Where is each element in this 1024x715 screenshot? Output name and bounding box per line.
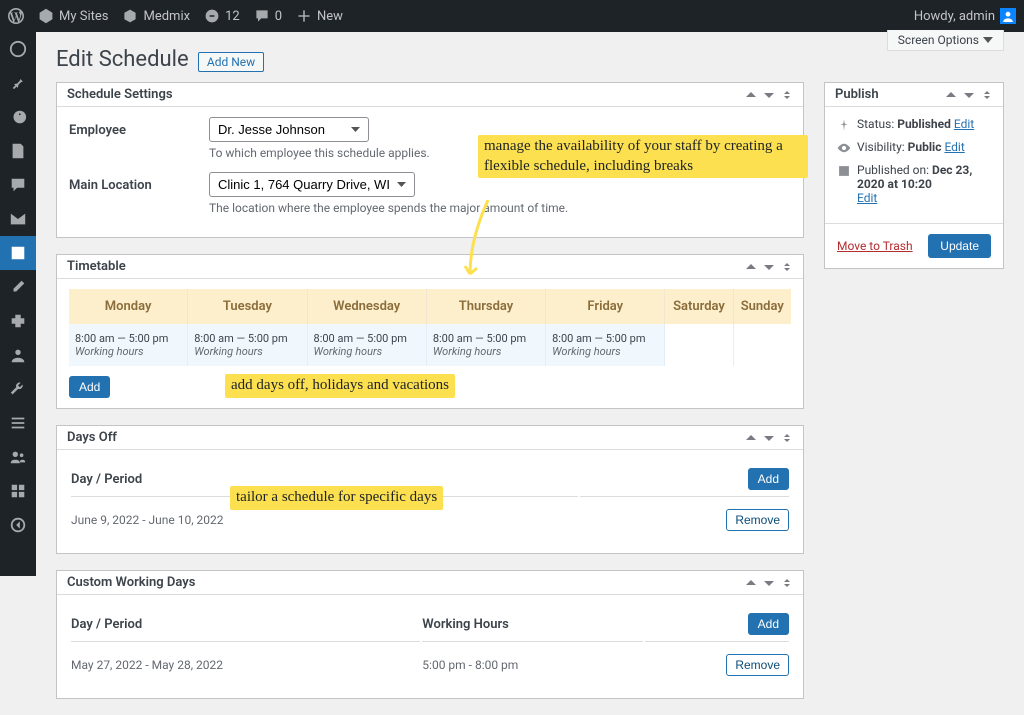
chevron-up-icon[interactable]	[745, 89, 757, 101]
edit-visibility-link[interactable]: Edit	[944, 140, 964, 154]
avatar	[1000, 8, 1016, 24]
day-cell[interactable]	[733, 324, 791, 366]
chevron-down-icon[interactable]	[963, 89, 975, 101]
page-title: Edit Schedule	[56, 47, 189, 72]
wordpress-logo-icon[interactable]	[8, 8, 24, 24]
rail-user-icon[interactable]	[0, 338, 36, 372]
custom-remove-button[interactable]: Remove	[726, 654, 789, 676]
chevron-up-icon[interactable]	[945, 89, 957, 101]
schedule-settings-heading: Schedule Settings	[67, 87, 173, 102]
day-cell[interactable]: 8:00 am — 5:00 pmWorking hours	[546, 324, 665, 366]
day-header: Friday	[546, 289, 665, 324]
location-hint: The location where the employee spends t…	[209, 201, 791, 215]
days-off-box: Days Off Day / Period Add Jun	[56, 425, 804, 554]
admin-sidebar	[0, 32, 36, 576]
chevron-down-icon[interactable]	[763, 577, 775, 589]
site-link[interactable]: Medmix	[122, 8, 190, 24]
edit-date-link[interactable]: Edit	[857, 191, 877, 205]
chevron-up-icon[interactable]	[745, 432, 757, 444]
rail-grid-icon[interactable]	[0, 474, 36, 508]
chevron-up-down-icon[interactable]	[981, 89, 993, 101]
screen-options-button[interactable]: Screen Options	[887, 30, 1004, 51]
chevron-down-icon[interactable]	[763, 432, 775, 444]
publish-date-text: Published on: Dec 23, 2020 at 10:20Edit	[857, 163, 991, 205]
chevron-up-down-icon[interactable]	[781, 577, 793, 589]
day-cell[interactable]: 8:00 am — 5:00 pmWorking hours	[188, 324, 307, 366]
calendar-icon	[837, 164, 851, 178]
day-header: Thursday	[426, 289, 545, 324]
days-off-heading: Days Off	[67, 430, 117, 445]
status-text: Status: Published Edit	[857, 117, 974, 131]
visibility-text: Visibility: Public Edit	[857, 140, 965, 154]
chevron-up-icon[interactable]	[745, 261, 757, 273]
rail-collapse-icon[interactable]	[0, 508, 36, 542]
chevron-up-down-icon[interactable]	[781, 89, 793, 101]
timetable-heading: Timetable	[67, 259, 126, 274]
admin-bar: My Sites Medmix 12 0 New Howdy, admin	[0, 0, 1024, 32]
day-cell[interactable]: 8:00 am — 5:00 pmWorking hours	[69, 324, 188, 366]
chevron-up-down-icon[interactable]	[781, 261, 793, 273]
comments-link[interactable]: 0	[254, 8, 282, 24]
rail-dashboard-icon[interactable]	[0, 32, 36, 66]
rail-calendar-icon[interactable]	[0, 236, 36, 270]
chevron-down-icon[interactable]	[763, 89, 775, 101]
custom-working-days-box: Custom Working Days Day / Period Working…	[56, 570, 804, 699]
timetable-table: Monday Tuesday Wednesday Thursday Friday…	[69, 289, 791, 366]
rail-media-icon[interactable]	[0, 100, 36, 134]
updates-link[interactable]: 12	[204, 8, 240, 24]
day-header: Wednesday	[307, 289, 426, 324]
day-cell[interactable]: 8:00 am — 5:00 pmWorking hours	[426, 324, 545, 366]
days-off-remove-button[interactable]: Remove	[726, 509, 789, 531]
day-cell[interactable]: 8:00 am — 5:00 pmWorking hours	[307, 324, 426, 366]
day-header: Monday	[69, 289, 188, 324]
location-select[interactable]: Clinic 1, 764 Quarry Drive, WI	[209, 172, 415, 197]
employee-label: Employee	[69, 117, 209, 138]
howdy-link[interactable]: Howdy, admin	[914, 8, 1016, 24]
rail-pen-icon[interactable]	[0, 270, 36, 304]
custom-days-heading: Custom Working Days	[67, 575, 195, 590]
timetable-add-button[interactable]: Add	[69, 376, 110, 398]
publish-heading: Publish	[835, 87, 879, 102]
custom-add-button[interactable]: Add	[748, 613, 789, 635]
chevron-up-down-icon[interactable]	[781, 432, 793, 444]
days-off-col-period: Day / Period	[71, 462, 578, 497]
rail-users-icon[interactable]	[0, 440, 36, 474]
timetable-box: Timetable Monday Tuesday Wednesday Thurs…	[56, 254, 804, 409]
schedule-settings-box: Schedule Settings Employee Dr. Jesse Joh…	[56, 82, 804, 238]
employee-hint: To which employee this schedule applies.	[209, 146, 791, 160]
custom-col-period: Day / Period	[71, 607, 420, 642]
custom-row-hours: 5:00 pm - 8:00 pm	[422, 644, 643, 686]
eye-icon	[837, 141, 851, 155]
rail-pin-icon[interactable]	[0, 66, 36, 100]
edit-status-link[interactable]: Edit	[954, 117, 974, 131]
rail-bars-icon[interactable]	[0, 406, 36, 440]
custom-col-hours: Working Hours	[422, 607, 643, 642]
location-label: Main Location	[69, 172, 209, 193]
custom-row-period: May 27, 2022 - May 28, 2022	[71, 644, 420, 686]
publish-box: Publish Status: Published Edit Visibil	[824, 82, 1004, 269]
rail-comments-icon[interactable]	[0, 168, 36, 202]
add-new-button[interactable]: Add New	[198, 52, 264, 72]
chevron-down-icon[interactable]	[763, 261, 775, 273]
update-button[interactable]: Update	[928, 234, 991, 258]
rail-mail-icon[interactable]	[0, 202, 36, 236]
days-off-row: June 9, 2022 - June 10, 2022	[71, 499, 578, 541]
day-header: Saturday	[665, 289, 733, 324]
day-cell[interactable]	[665, 324, 733, 366]
new-link[interactable]: New	[296, 8, 343, 24]
my-sites-link[interactable]: My Sites	[38, 8, 108, 24]
pin-icon	[837, 118, 851, 132]
rail-plugin-icon[interactable]	[0, 304, 36, 338]
chevron-up-icon[interactable]	[745, 577, 757, 589]
rail-wrench-icon[interactable]	[0, 372, 36, 406]
days-off-add-button[interactable]: Add	[748, 468, 789, 490]
day-header: Sunday	[733, 289, 791, 324]
rail-page-icon[interactable]	[0, 134, 36, 168]
employee-select[interactable]: Dr. Jesse Johnson	[209, 117, 369, 142]
day-header: Tuesday	[188, 289, 307, 324]
move-to-trash-link[interactable]: Move to Trash	[837, 239, 913, 253]
